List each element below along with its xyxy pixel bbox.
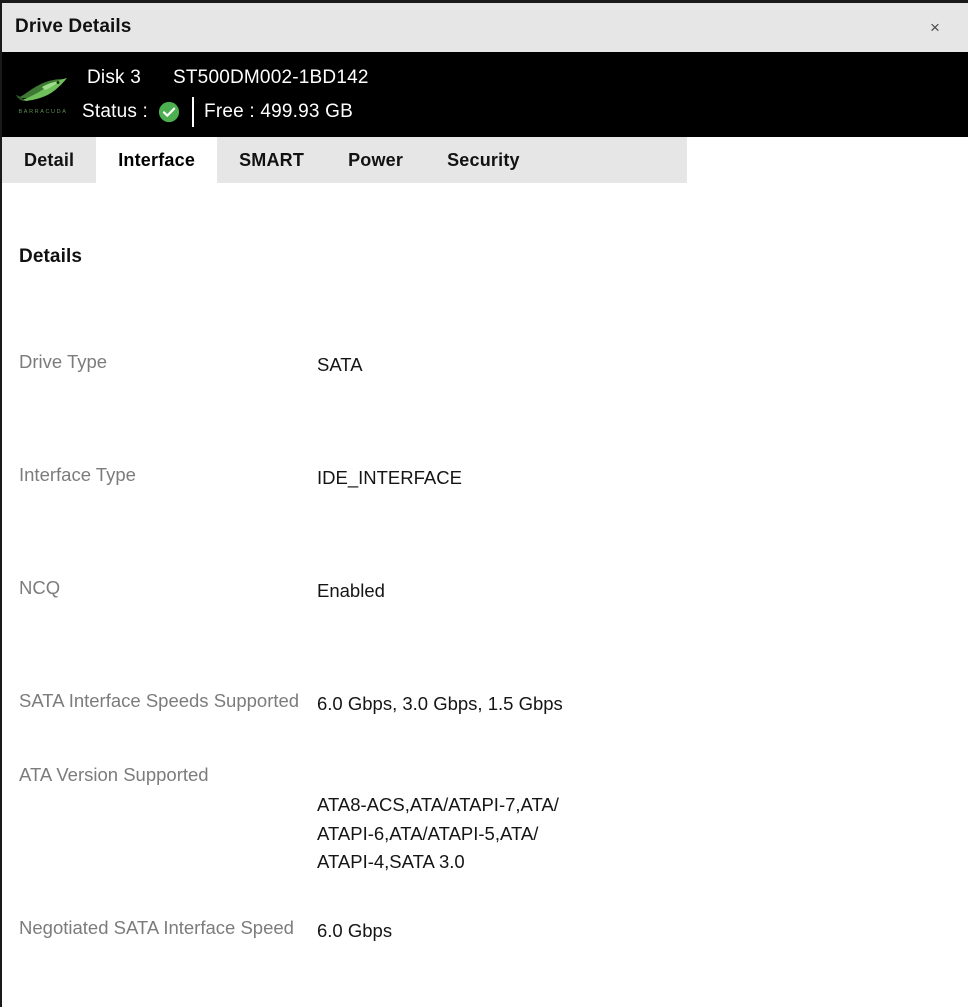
status-divider — [192, 96, 195, 127]
window-titlebar: Drive Details × — [2, 3, 968, 52]
detail-row-drive-type: Drive Type SATA — [2, 351, 968, 464]
detail-row-sata-speeds-supported: SATA Interface Speeds Supported 6.0 Gbps… — [2, 690, 968, 764]
detail-value: IDE_INTERFACE — [317, 467, 462, 488]
check-circle-icon — [158, 101, 180, 122]
close-icon[interactable]: × — [922, 15, 948, 41]
drive-info: Disk 3 ST500DM002-1BD142 Status : Free :… — [82, 61, 369, 129]
detail-label: NCQ — [19, 577, 61, 598]
detail-label: Drive Type — [19, 351, 108, 372]
detail-row-negotiated-sata-speed: Negotiated SATA Interface Speed 6.0 Gbps — [2, 917, 968, 977]
detail-value: 6.0 Gbps, 3.0 Gbps, 1.5 Gbps — [317, 693, 563, 714]
detail-value-wrap: SATA — [317, 351, 363, 380]
drive-status-row: Status : Free : 499.93 GB — [82, 95, 369, 129]
drive-identity-row: Disk 3 ST500DM002-1BD142 — [82, 61, 369, 95]
detail-value: ATA8-ACS,ATA/ATAPI-7,ATA/ ATAPI-6,ATA/AT… — [317, 794, 559, 873]
barracuda-wordmark: BARRACUDA — [18, 109, 68, 115]
window-title: Drive Details — [15, 16, 132, 37]
details-list: Drive Type SATA Interface Type IDE_INTER… — [2, 351, 968, 977]
detail-label: Negotiated SATA Interface Speed — [19, 917, 294, 938]
barracuda-fish-icon — [16, 78, 67, 101]
detail-value-wrap: IDE_INTERFACE — [317, 464, 462, 493]
tab-strip: Detail Interface SMART Power Security — [2, 137, 687, 183]
drive-header-bar: BARRACUDA Disk 3 ST500DM002-1BD142 Statu… — [2, 52, 968, 137]
tab-security[interactable]: Security — [425, 137, 542, 183]
status-label: Status : — [82, 100, 149, 122]
detail-label: SATA Interface Speeds Supported — [19, 690, 300, 711]
detail-value: Enabled — [317, 580, 385, 601]
detail-row-ata-version-supported: ATA Version Supported ATA8-ACS,ATA/ATAPI… — [2, 764, 968, 917]
tab-power[interactable]: Power — [326, 137, 426, 183]
detail-value-wrap: 6.0 Gbps — [317, 917, 392, 946]
tab-security-label: Security — [447, 149, 520, 170]
tab-interface-label: Interface — [118, 149, 196, 170]
detail-value: SATA — [317, 354, 363, 375]
tab-smart-label: SMART — [239, 149, 305, 170]
detail-value-wrap: ATA8-ACS,ATA/ATAPI-7,ATA/ ATAPI-6,ATA/AT… — [317, 791, 587, 877]
page-title: Details — [19, 246, 83, 267]
interface-details-panel: Details Drive Type SATA Interface Type I… — [2, 183, 968, 1007]
disk-number-label: Disk 3 — [87, 66, 141, 88]
tab-interface[interactable]: Interface — [96, 137, 218, 183]
tab-smart[interactable]: SMART — [217, 137, 327, 183]
detail-value-wrap: 6.0 Gbps, 3.0 Gbps, 1.5 Gbps — [317, 690, 563, 719]
detail-value-wrap: Enabled — [317, 577, 385, 606]
tab-detail-label: Detail — [24, 149, 75, 170]
drive-model-label: ST500DM002-1BD142 — [173, 66, 369, 88]
tab-power-label: Power — [348, 149, 404, 170]
tab-detail[interactable]: Detail — [2, 137, 97, 183]
drive-details-window: Drive Details × BARRACUDA Disk 3 ST500DM… — [0, 0, 968, 1007]
free-space-label: Free : 499.93 GB — [204, 100, 353, 122]
detail-row-ncq: NCQ Enabled — [2, 577, 968, 690]
detail-value: 6.0 Gbps — [317, 920, 393, 941]
detail-label: Interface Type — [19, 464, 136, 485]
detail-row-interface-type: Interface Type IDE_INTERFACE — [2, 464, 968, 577]
barracuda-logo: BARRACUDA — [12, 64, 74, 126]
detail-label: ATA Version Supported — [19, 764, 209, 785]
